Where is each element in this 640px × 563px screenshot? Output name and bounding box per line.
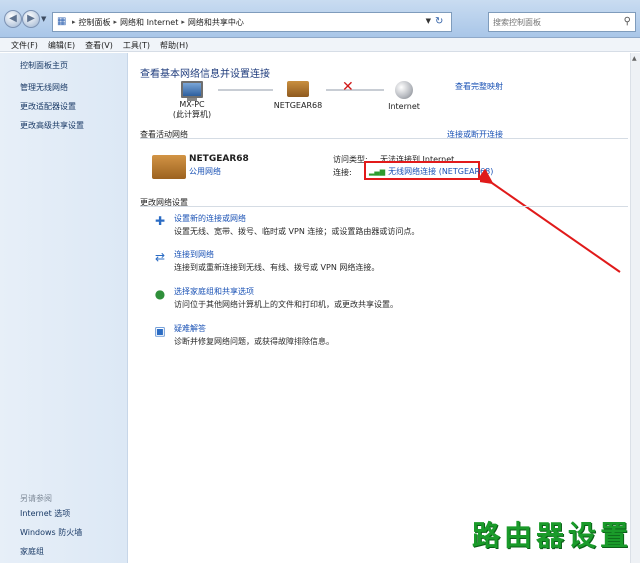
menu-file[interactable]: 文件(F) <box>6 38 43 51</box>
network-type-link[interactable]: 公用网络 <box>189 166 221 177</box>
sidebar: 控制面板主页 管理无线网络 更改适配器设置 更改高级共享设置 另请参阅 Inte… <box>0 53 128 563</box>
wifi-signal-icon: ▂▄▆ <box>369 168 386 176</box>
node-router[interactable]: NETGEAR68 <box>270 81 326 110</box>
node-pc-name: MX-PC <box>179 100 205 109</box>
task-title[interactable]: 连接到网络 <box>174 249 214 260</box>
chevron-right-icon: ▸ <box>113 18 118 26</box>
search-icon[interactable]: ⚲ <box>624 16 631 27</box>
sidebar-item-homegroup[interactable]: 家庭组 <box>20 546 82 557</box>
sidebar-home-link[interactable]: 控制面板主页 <box>20 60 68 71</box>
watermark: 路由器设置 <box>472 519 633 552</box>
divider <box>140 206 628 207</box>
sidebar-item-firewall[interactable]: Windows 防火墙 <box>20 527 82 538</box>
recent-pages-dropdown[interactable]: ▼ <box>41 15 48 23</box>
task-desc: 访问位于其他网络计算机上的文件和打印机，或更改共享设置。 <box>174 300 398 309</box>
disconnected-x-icon[interactable]: ✕ <box>342 79 354 95</box>
arrow-shaft <box>480 169 621 273</box>
task-desc: 连接到或重新连接到无线、有线、拨号或 VPN 网络连接。 <box>174 263 380 272</box>
breadcrumb[interactable]: ▦ ▸ 控制面板 ▸ 网络和 Internet ▸ 网络和共享中心 ▼ ↻ <box>52 12 452 32</box>
network-name: NETGEAR68 <box>189 154 249 164</box>
sidebar-item-adapter-settings[interactable]: 更改适配器设置 <box>20 101 84 112</box>
node-pc-sub: (此计算机) <box>172 110 212 119</box>
network-bench-icon[interactable] <box>152 155 186 179</box>
menu-edit[interactable]: 编辑(E) <box>43 38 80 51</box>
troubleshoot-icon: ▣ <box>154 324 166 338</box>
connection-line <box>218 89 273 91</box>
full-map-link[interactable]: 查看完整映射 <box>455 81 503 92</box>
divider <box>140 138 628 139</box>
task-desc: 诊断并修复网络问题，或获得故障排除信息。 <box>174 337 334 346</box>
chevron-right-icon: ▸ <box>72 18 76 26</box>
breadcrumb-network-internet[interactable]: 网络和 Internet <box>120 17 178 28</box>
forward-button[interactable]: ▶ <box>22 10 40 28</box>
computer-icon <box>181 81 203 101</box>
network-map: MX-PC (此计算机) NETGEAR68 ✕ Internet <box>140 77 440 127</box>
connect-network-icon: ⇄ <box>154 250 166 264</box>
breadcrumb-sharing-center[interactable]: 网络和共享中心 <box>188 17 244 28</box>
scroll-up-icon[interactable]: ▲ <box>632 55 637 62</box>
access-type-label: 访问类型: <box>333 155 368 164</box>
connection-label: 连接: <box>333 168 352 177</box>
sidebar-item-advanced-sharing[interactable]: 更改高级共享设置 <box>20 120 84 131</box>
chevron-down-icon[interactable]: ▼ <box>426 17 431 25</box>
see-also-heading: 另请参阅 <box>20 494 52 503</box>
wireless-connection-label[interactable]: 无线网络连接 (NETGEAR68) <box>388 167 493 176</box>
address-bar: ◀ ▶ ▼ ▦ ▸ 控制面板 ▸ 网络和 Internet ▸ 网络和共享中心 … <box>0 0 640 38</box>
homegroup-icon: ● <box>154 287 166 301</box>
node-internet[interactable]: Internet <box>376 81 432 111</box>
task-title[interactable]: 选择家庭组和共享选项 <box>174 286 254 297</box>
node-router-name: NETGEAR68 <box>273 101 323 110</box>
task-title[interactable]: 设置新的连接或网络 <box>174 213 246 224</box>
control-panel-icon: ▦ <box>57 16 67 27</box>
menu-help[interactable]: 帮助(H) <box>155 38 193 51</box>
sidebar-tasks: 管理无线网络 更改适配器设置 更改高级共享设置 <box>20 82 84 131</box>
red-arrow-annotation <box>480 169 621 273</box>
breadcrumb-control-panel[interactable]: 控制面板 <box>79 17 111 28</box>
node-this-pc[interactable]: MX-PC (此计算机) <box>162 81 222 120</box>
globe-icon <box>395 81 413 99</box>
vertical-scrollbar[interactable]: ▲ <box>630 53 640 563</box>
chevron-right-icon: ▸ <box>181 18 185 26</box>
menu-view[interactable]: 查看(V) <box>80 38 118 51</box>
menu-bar: 文件(F) 编辑(E) 查看(V) 工具(T) 帮助(H) <box>0 38 640 52</box>
new-connection-icon: ✚ <box>154 214 166 228</box>
node-internet-name: Internet <box>388 102 420 111</box>
back-button[interactable]: ◀ <box>4 10 22 28</box>
sidebar-item-manage-wireless[interactable]: 管理无线网络 <box>20 82 84 93</box>
search-input[interactable] <box>493 17 613 27</box>
network-bench-icon <box>287 81 309 97</box>
see-also-links: Internet 选项 Windows 防火墙 家庭组 <box>20 508 82 557</box>
menu-tools[interactable]: 工具(T) <box>118 38 155 51</box>
search-box[interactable]: ⚲ <box>488 12 636 32</box>
wireless-connection-link[interactable]: ▂▄▆ 无线网络连接 (NETGEAR68) <box>369 166 493 177</box>
main-content: 查看基本网络信息并设置连接 查看完整映射 MX-PC (此计算机) NETGEA… <box>140 53 628 563</box>
refresh-icon[interactable]: ↻ <box>435 16 447 28</box>
task-desc: 设置无线、宽带、拨号、临时或 VPN 连接；或设置路由器或访问点。 <box>174 227 420 236</box>
task-title[interactable]: 疑难解答 <box>174 323 206 334</box>
sidebar-item-internet-options[interactable]: Internet 选项 <box>20 508 82 519</box>
